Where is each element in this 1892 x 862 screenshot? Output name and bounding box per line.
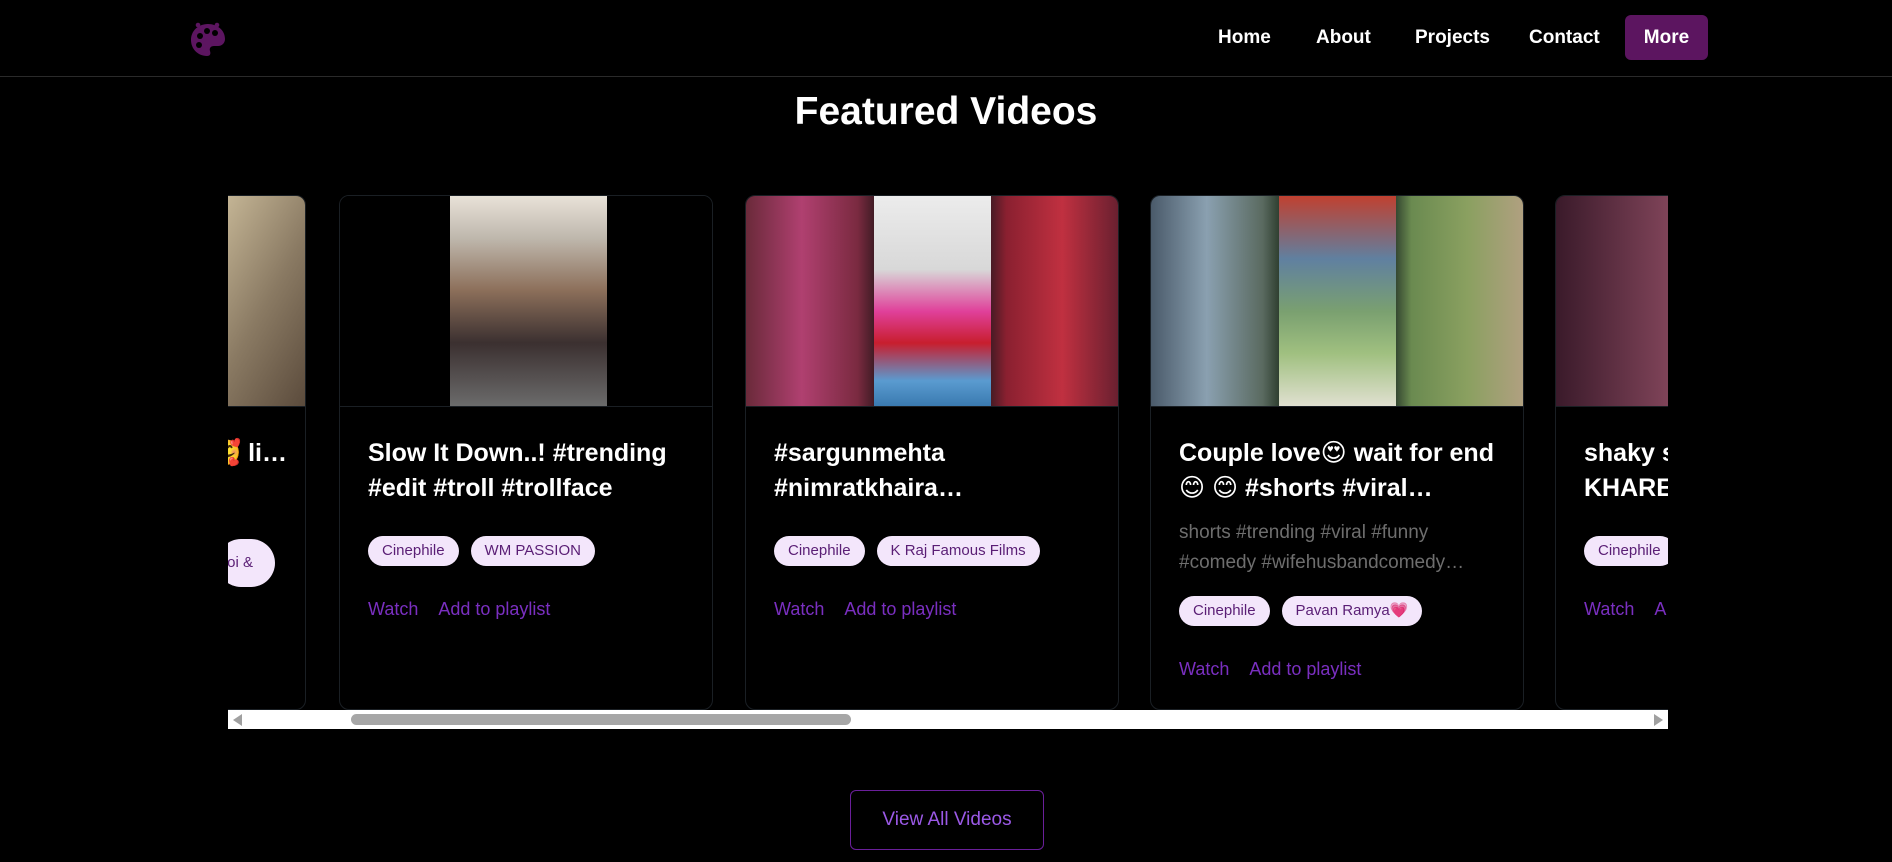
card-actions: Watch Add to playlist [1179, 659, 1361, 680]
card-actions: Watch A [1584, 599, 1666, 620]
video-card[interactable]: shaky s KHARE Cinephile Watch A [1555, 195, 1668, 710]
card-tags: Cinephile Pavan Ramya💗 [1179, 596, 1423, 626]
category-tag[interactable]: Cinephile [368, 536, 459, 566]
category-tag[interactable]: Cinephile [1584, 536, 1668, 566]
video-thumbnail[interactable] [1151, 196, 1523, 407]
nav-contact-link[interactable]: Contact [1529, 27, 1600, 49]
video-card[interactable]: Slow It Down..! #trending #edit #troll #… [339, 195, 713, 710]
scrollbar-thumb[interactable] [351, 714, 851, 725]
add-to-playlist-link[interactable]: Add to playlist [844, 599, 956, 620]
card-tags: Cinephile WM PASSION [368, 536, 595, 566]
nav-more-button[interactable]: More [1625, 15, 1708, 60]
watch-link[interactable]: Watch [1179, 659, 1229, 680]
category-tag[interactable]: Cinephile [1179, 596, 1270, 626]
channel-tag[interactable]: oi & [228, 539, 275, 587]
add-to-playlist-link[interactable]: A [1654, 599, 1666, 620]
watch-link[interactable]: Watch [1584, 599, 1634, 620]
video-thumbnail[interactable] [340, 196, 712, 407]
nav-home-link[interactable]: Home [1218, 27, 1271, 49]
channel-tag[interactable]: WM PASSION [470, 536, 595, 566]
video-thumbnail[interactable] [746, 196, 1118, 407]
channel-tag[interactable]: Pavan Ramya💗 [1281, 596, 1423, 626]
palette-logo-icon[interactable] [188, 20, 228, 60]
add-to-playlist-link[interactable]: Add to playlist [1249, 659, 1361, 680]
card-title[interactable]: Couple love😍 wait for end😊 😊 #shorts #vi… [1179, 436, 1499, 506]
video-card[interactable]: 🥰 li… oi & [228, 195, 306, 710]
video-card[interactable]: #sargunmehta #nimratkhaira… Cinephile K … [745, 195, 1119, 710]
top-nav: Home About Projects Contact More [0, 0, 1892, 77]
view-all-videos-button[interactable]: View All Videos [850, 790, 1044, 850]
card-actions: Watch Add to playlist [774, 599, 956, 620]
video-thumbnail[interactable] [1556, 196, 1668, 407]
section-title: Featured Videos [794, 90, 1098, 133]
card-title[interactable]: #sargunmehta #nimratkhaira… [774, 436, 1094, 506]
video-card[interactable]: Couple love😍 wait for end😊 😊 #shorts #vi… [1150, 195, 1524, 710]
card-description: shorts #trending #viral #funny #comedy #… [1179, 522, 1465, 573]
card-title[interactable]: shaky s KHARE [1584, 436, 1668, 506]
nav-projects-link[interactable]: Projects [1415, 27, 1490, 49]
video-carousel[interactable]: 🥰 li… oi & Slow It Down..! #trending #ed… [228, 195, 1668, 710]
watch-link[interactable]: Watch [368, 599, 418, 620]
watch-link[interactable]: Watch [774, 599, 824, 620]
category-tag[interactable]: Cinephile [774, 536, 865, 566]
nav-about-link[interactable]: About [1316, 27, 1371, 49]
scroll-left-arrow-icon[interactable] [233, 714, 242, 726]
carousel-scrollbar[interactable] [228, 710, 1668, 729]
card-actions: Watch Add to playlist [368, 599, 550, 620]
scroll-right-arrow-icon[interactable] [1654, 714, 1663, 726]
video-thumbnail[interactable] [228, 196, 305, 407]
card-tags: Cinephile [1584, 536, 1668, 566]
card-title[interactable]: 🥰 li… [228, 436, 287, 471]
card-tags: oi & [228, 539, 275, 587]
add-to-playlist-link[interactable]: Add to playlist [438, 599, 550, 620]
channel-tag[interactable]: K Raj Famous Films [876, 536, 1040, 566]
card-title[interactable]: Slow It Down..! #trending #edit #troll #… [368, 436, 688, 506]
card-tags: Cinephile K Raj Famous Films [774, 536, 1040, 566]
